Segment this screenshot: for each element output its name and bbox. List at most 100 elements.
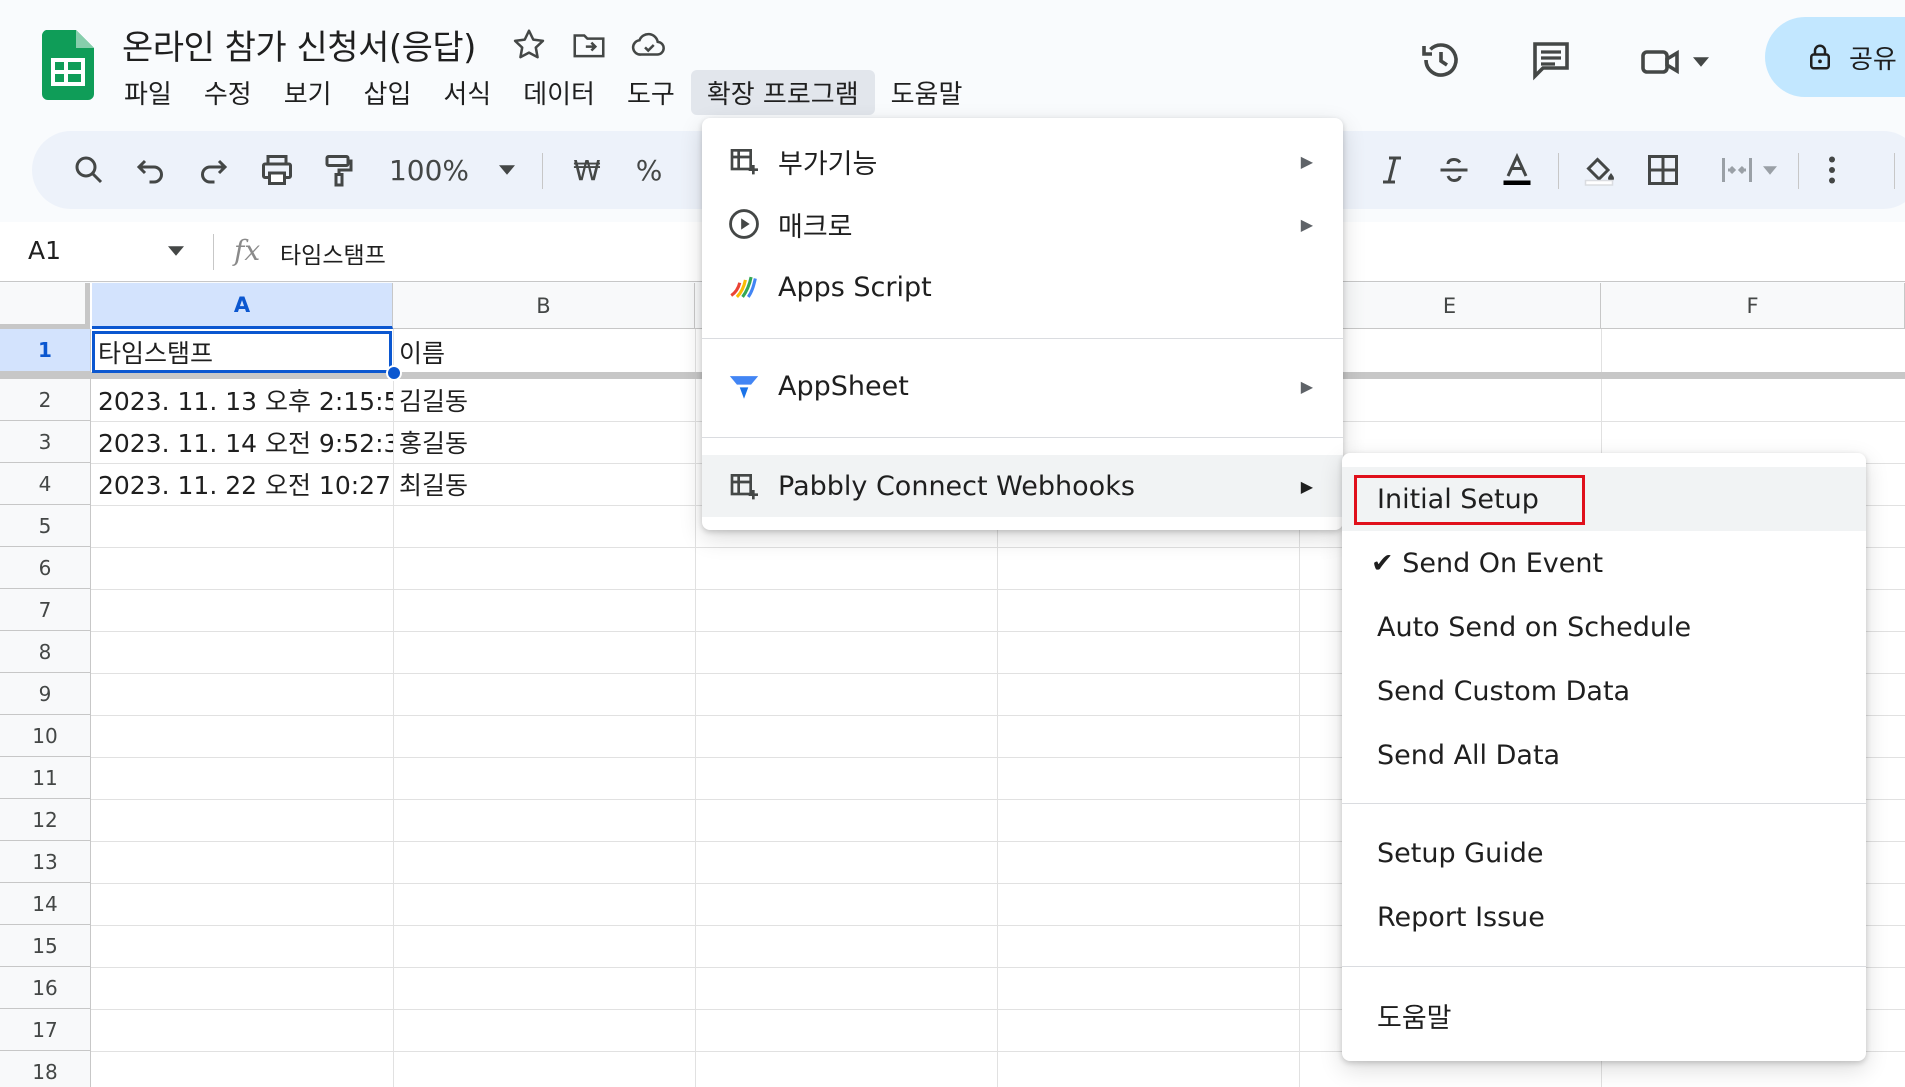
addons-icon bbox=[726, 468, 762, 504]
column-header-e[interactable]: E bbox=[1299, 283, 1601, 329]
more-options-icon[interactable] bbox=[1812, 131, 1852, 209]
cell-b1[interactable]: 이름 bbox=[393, 331, 693, 373]
play-circle-icon bbox=[726, 206, 762, 242]
row-header[interactable]: 16 bbox=[0, 967, 91, 1009]
submenu-item-send-on-event[interactable]: ✔ Send On Event bbox=[1342, 531, 1866, 595]
cell-b3[interactable]: 홍길동 bbox=[393, 421, 693, 463]
row-header[interactable]: 4 bbox=[0, 463, 91, 505]
submenu-arrow-icon: ▶ bbox=[1300, 476, 1313, 496]
cloud-saved-icon[interactable] bbox=[630, 26, 668, 68]
menu-data[interactable]: 데이터 bbox=[507, 70, 611, 115]
menu-tools[interactable]: 도구 bbox=[611, 70, 691, 115]
text-color-icon[interactable] bbox=[1492, 131, 1542, 209]
menu-help[interactable]: 도움말 bbox=[875, 70, 979, 115]
row-header[interactable]: 7 bbox=[0, 589, 91, 631]
menu-view[interactable]: 보기 bbox=[268, 70, 348, 115]
addons-icon bbox=[726, 143, 762, 179]
chevron-down-icon[interactable] bbox=[168, 246, 184, 256]
chevron-down-icon bbox=[1693, 57, 1709, 67]
row-header[interactable]: 10 bbox=[0, 715, 91, 757]
cell-a2[interactable]: 2023. 11. 13 오후 2:15:55 bbox=[92, 379, 393, 421]
apps-script-icon bbox=[726, 269, 762, 305]
row-header[interactable]: 12 bbox=[0, 799, 91, 841]
lock-icon bbox=[1810, 44, 1830, 70]
share-button[interactable]: 공유 bbox=[1765, 17, 1905, 97]
submenu-item-help[interactable]: 도움말 bbox=[1342, 983, 1866, 1047]
cell-a3[interactable]: 2023. 11. 14 오전 9:52:35 bbox=[92, 421, 393, 463]
row-header[interactable]: 17 bbox=[0, 1009, 91, 1051]
menu-insert[interactable]: 삽입 bbox=[348, 70, 428, 115]
menu-format[interactable]: 서식 bbox=[427, 70, 507, 115]
extensions-menu: 부가기능 ▶ 매크로 ▶ Apps Script AppSheet ▶ Pabb… bbox=[702, 118, 1343, 530]
paint-format-icon[interactable] bbox=[314, 131, 364, 209]
appsheet-icon bbox=[726, 368, 762, 404]
comments-icon[interactable] bbox=[1527, 36, 1575, 88]
submenu-arrow-icon: ▶ bbox=[1300, 376, 1313, 396]
undo-icon[interactable] bbox=[126, 131, 176, 209]
version-history-icon[interactable] bbox=[1417, 36, 1465, 88]
fill-color-icon[interactable] bbox=[1574, 131, 1624, 209]
row-header[interactable]: 6 bbox=[0, 547, 91, 589]
pabbly-submenu: Initial Setup ✔ Send On Event Auto Send … bbox=[1342, 453, 1866, 1061]
row-header[interactable]: 1 bbox=[0, 329, 91, 372]
row-header[interactable]: 13 bbox=[0, 841, 91, 883]
percent-format-button[interactable]: % bbox=[624, 131, 674, 209]
menu-item-pabbly-connect-webhooks[interactable]: Pabbly Connect Webhooks ▶ bbox=[702, 455, 1343, 517]
sheets-logo-icon[interactable] bbox=[41, 30, 94, 100]
star-icon[interactable] bbox=[510, 26, 548, 68]
column-header-f[interactable]: F bbox=[1601, 283, 1905, 329]
share-label: 공유 bbox=[1849, 44, 1897, 75]
menu-file[interactable]: 파일 bbox=[108, 70, 188, 115]
menu-item-addons[interactable]: 부가기능 ▶ bbox=[702, 132, 1343, 190]
cell-a4[interactable]: 2023. 11. 22 오전 10:27:5 bbox=[92, 463, 393, 505]
chevron-down-icon bbox=[499, 165, 516, 175]
menu-edit[interactable]: 수정 bbox=[188, 70, 268, 115]
submenu-item-auto-send-on-schedule[interactable]: Auto Send on Schedule bbox=[1342, 595, 1866, 659]
menu-item-appsheet[interactable]: AppSheet ▶ bbox=[702, 357, 1343, 415]
zoom-value: 100% bbox=[388, 153, 470, 187]
fx-icon: fx bbox=[234, 234, 261, 267]
name-box[interactable]: A1 bbox=[28, 236, 61, 265]
column-header-a[interactable]: A bbox=[92, 283, 393, 329]
row-header[interactable]: 9 bbox=[0, 673, 91, 715]
annotation-highlight-box bbox=[1354, 475, 1585, 525]
menu-item-apps-script[interactable]: Apps Script bbox=[702, 258, 1343, 316]
submenu-arrow-icon: ▶ bbox=[1300, 214, 1313, 234]
formula-input[interactable]: 타임스탬프 bbox=[280, 236, 386, 270]
fill-handle[interactable] bbox=[386, 365, 402, 381]
strikethrough-icon[interactable] bbox=[1429, 131, 1479, 209]
submenu-item-setup-guide[interactable]: Setup Guide bbox=[1342, 821, 1866, 885]
row-header[interactable]: 18 bbox=[0, 1051, 91, 1087]
submenu-item-send-all-data[interactable]: Send All Data bbox=[1342, 723, 1866, 787]
row-header[interactable]: 15 bbox=[0, 925, 91, 967]
select-all-corner[interactable] bbox=[0, 283, 90, 329]
row-header[interactable]: 5 bbox=[0, 505, 91, 547]
row-header[interactable]: 8 bbox=[0, 631, 91, 673]
submenu-item-send-custom-data[interactable]: Send Custom Data bbox=[1342, 659, 1866, 723]
italic-icon[interactable] bbox=[1367, 131, 1417, 209]
submenu-arrow-icon: ▶ bbox=[1300, 151, 1313, 171]
active-cell-outline bbox=[92, 331, 392, 373]
document-title[interactable]: 온라인 참가 신청서(응답) bbox=[122, 20, 476, 69]
cell-b2[interactable]: 김길동 bbox=[393, 379, 693, 421]
meet-button[interactable] bbox=[1637, 38, 1709, 86]
zoom-select[interactable]: 100% bbox=[382, 131, 522, 209]
cell-b4[interactable]: 최길동 bbox=[393, 463, 693, 505]
move-to-folder-icon[interactable] bbox=[570, 26, 608, 68]
menu-item-macros[interactable]: 매크로 ▶ bbox=[702, 195, 1343, 253]
row-header[interactable]: 3 bbox=[0, 421, 91, 463]
search-menus-icon[interactable] bbox=[64, 131, 114, 209]
row-header[interactable]: 11 bbox=[0, 757, 91, 799]
redo-icon[interactable] bbox=[188, 131, 238, 209]
row-header[interactable]: 2 bbox=[0, 379, 91, 421]
video-camera-icon bbox=[1641, 49, 1679, 75]
merge-cells-icon[interactable] bbox=[1708, 131, 1788, 209]
row-header[interactable]: 14 bbox=[0, 883, 91, 925]
menu-extensions[interactable]: 확장 프로그램 bbox=[690, 69, 875, 115]
menu-bar: 파일 수정 보기 삽입 서식 데이터 도구 확장 프로그램 도움말 bbox=[108, 69, 979, 115]
print-icon[interactable] bbox=[252, 131, 302, 209]
submenu-item-report-issue[interactable]: Report Issue bbox=[1342, 885, 1866, 949]
borders-icon[interactable] bbox=[1638, 131, 1688, 209]
currency-format-button[interactable]: ₩ bbox=[562, 131, 612, 209]
column-header-b[interactable]: B bbox=[393, 283, 695, 329]
